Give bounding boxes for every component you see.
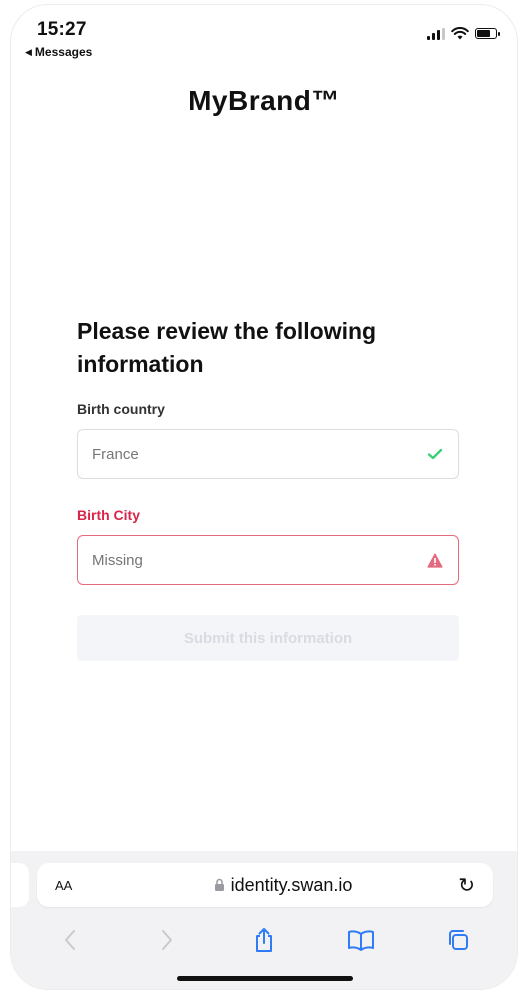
lock-icon (214, 878, 224, 891)
home-indicator[interactable] (177, 976, 353, 981)
phone-screen: 15:27 ◀ Messages MyBrand™ Please review … (10, 4, 518, 990)
url-text: identity.swan.io (230, 874, 353, 895)
forward-icon[interactable] (147, 923, 187, 957)
birth-city-input[interactable] (92, 551, 426, 569)
aa-label: AA (55, 878, 73, 893)
signal-icon (427, 27, 445, 40)
url-bar[interactable]: AA identity.swan.io ↻ (37, 863, 493, 907)
form-heading: Please review the following information (77, 318, 377, 377)
warning-icon (426, 551, 444, 569)
back-icon[interactable] (50, 923, 90, 957)
status-icons (427, 27, 500, 40)
birth-city-label: Birth City (77, 507, 140, 523)
check-icon (426, 445, 444, 463)
birth-city-field[interactable] (77, 535, 459, 585)
browser-toolbar (11, 923, 517, 957)
wifi-icon (451, 27, 469, 40)
bookmarks-icon[interactable] (341, 923, 381, 957)
back-to-messages-link[interactable]: ◀ Messages (25, 45, 92, 59)
back-triangle-icon: ◀ (25, 46, 32, 57)
url-display[interactable]: identity.swan.io (115, 875, 451, 896)
previous-tab-peek[interactable] (11, 863, 29, 907)
status-time: 15:27 (37, 19, 87, 40)
browser-chrome: AA identity.swan.io ↻ (11, 851, 517, 989)
brand-title: MyBrand™ (188, 85, 340, 116)
reload-icon[interactable]: ↻ (451, 873, 475, 898)
share-icon[interactable] (244, 923, 284, 957)
submit-button[interactable]: Submit this information (77, 615, 459, 661)
birth-country-field[interactable] (77, 429, 459, 479)
reader-settings-button[interactable]: AA (55, 875, 115, 895)
birth-country-label: Birth country (77, 401, 165, 417)
birth-country-input[interactable] (92, 445, 426, 463)
battery-icon (475, 28, 500, 39)
back-label: Messages (34, 45, 93, 59)
tabs-icon[interactable] (438, 923, 478, 957)
